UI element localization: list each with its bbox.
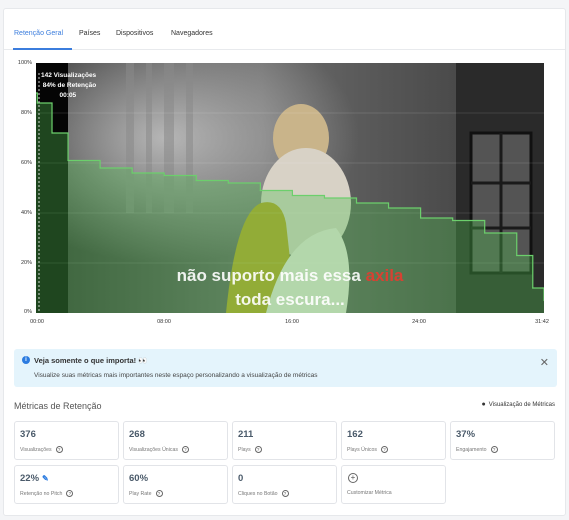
plus-icon: + [348,473,358,483]
metric-card-plays-unicos: 162 Plays Únicos? [341,421,446,460]
tooltip-retention: 84% de Retenção [42,82,97,89]
retention-point [420,217,422,219]
retention-chart[interactable]: 100% 80% 60% 40% 20% 0% não suporto mais… [4,53,565,337]
tab-paises[interactable]: Países [79,30,100,37]
x-tick-label: 31:42 [535,319,549,325]
tooltip-time: 00:05 [59,92,77,99]
metric-card-retencao-pitch: 22% ✎ Retenção no Pitch? [14,465,119,504]
metric-card-plays: 211 Plays? [232,421,337,460]
retention-point [195,179,197,182]
help-icon[interactable]: ? [254,446,262,453]
retention-point [163,174,165,177]
tab-retencao-geral[interactable]: Retenção Geral [14,30,63,37]
help-icon[interactable]: ? [181,446,189,453]
x-tick-label: 00:00 [30,319,44,325]
y-tick-label: 20% [20,260,32,266]
help-icon[interactable]: ? [66,490,74,497]
x-tick-label: 24:00 [412,319,426,325]
metrics-visualization-link[interactable]: ● Visualização de Métricas [482,401,556,408]
active-tab-indicator [13,48,72,50]
close-icon[interactable]: ✕ [540,356,549,369]
retention-point [36,102,38,104]
retention-point [452,219,454,222]
retention-point [259,189,261,192]
retention-point [323,197,326,199]
retention-point [51,132,53,134]
retention-point [227,182,229,184]
retention-point [99,167,101,169]
video-subtitle-line2: toda escura... [235,290,345,309]
x-tick-label: 16:00 [285,319,299,325]
alert-title: Veja somente o que importa! 👀 [34,356,148,365]
help-icon[interactable]: ? [155,490,163,497]
y-tick-label: 60% [20,160,32,166]
metric-card-cliques-botao: 0 Cliques no Botão? [232,465,337,504]
customize-metric-button[interactable]: + Customizar Métrica [341,465,446,504]
retention-card: Retenção Geral Países Dispositivos Naveg… [3,8,566,516]
video-retention-plot[interactable]: não suporto mais essa axila toda escura.… [36,63,544,313]
eye-icon: ● [481,401,486,408]
pencil-icon[interactable]: ✎ [42,474,49,483]
y-tick-label: 40% [20,210,32,216]
section-title: Métricas de Retenção [14,401,102,411]
metric-card-engajamento: 37% Engajamento? [450,421,555,460]
metric-card-play-rate: 60% Play Rate? [123,465,228,504]
retention-point [67,159,69,162]
alert-text: Visualize suas métricas mais importantes… [34,372,318,379]
video-subtitle-line1: não suporto mais essa axila [177,266,404,285]
eyes-emoji-icon: 👀 [138,356,148,365]
retention-point [387,207,390,209]
tab-dispositivos[interactable]: Dispositivos [116,30,153,37]
hover-tooltip: 142 Visualizações 84% de Retenção 00:05 [41,71,96,101]
retention-point [355,202,358,204]
x-tick-label: 08:00 [157,319,171,325]
tip-alert: i Veja somente o que importa! 👀 Visualiz… [14,349,557,387]
info-icon: i [22,356,30,364]
retention-point [291,194,294,197]
help-icon[interactable]: ? [55,446,63,453]
metric-card-visualizacoes-unicas: 268 Visualizações Únicas? [123,421,228,460]
tab-bar: Retenção Geral Países Dispositivos Naveg… [4,9,565,50]
retention-point [532,287,534,289]
y-tick-label: 0% [24,309,32,315]
tab-navegadores[interactable]: Navegadores [171,30,213,37]
retention-point [484,232,486,234]
y-tick-label: 100% [17,60,32,66]
retention-curve: não suporto mais essa axila toda escura.… [36,73,544,313]
retention-point [131,172,133,174]
retention-point [516,254,518,257]
metric-card-visualizacoes: 376 Visualizações? [14,421,119,460]
help-icon[interactable]: ? [281,490,289,497]
help-icon[interactable]: ? [490,446,498,453]
y-tick-label: 80% [20,110,32,116]
tooltip-views: 142 Visualizações [41,72,97,79]
help-icon[interactable]: ? [380,446,388,453]
